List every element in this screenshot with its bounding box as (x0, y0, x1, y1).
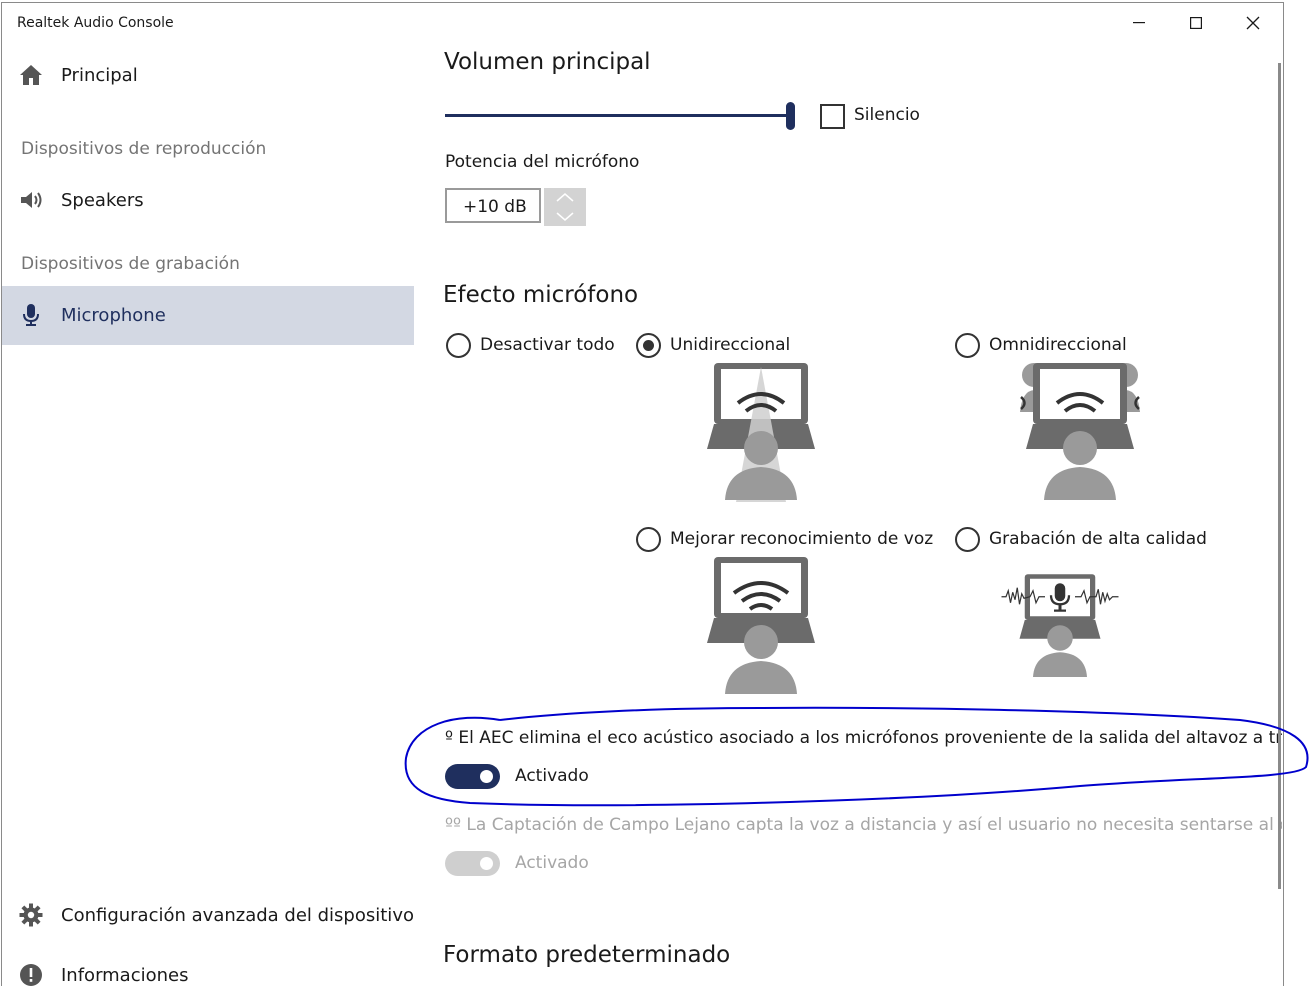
maximize-button[interactable] (1167, 3, 1224, 43)
close-button[interactable] (1224, 3, 1281, 43)
mic-boost-value: +10 dB (463, 197, 527, 217)
vertical-scrollbar[interactable] (1278, 63, 1281, 889)
unidirectional-illustration (707, 363, 815, 502)
mute-checkbox[interactable] (820, 104, 845, 129)
sidebar-item-label: Microphone (61, 305, 166, 326)
effect-label-high-quality: Grabación de alta calidad (989, 529, 1207, 549)
effect-radio-speech-recognition[interactable] (636, 527, 661, 552)
volume-slider-thumb[interactable] (786, 102, 795, 130)
effect-radio-disable-all[interactable] (446, 333, 471, 358)
gear-icon (19, 903, 43, 927)
minimize-icon (1132, 22, 1145, 24)
radio-selected-dot (643, 340, 654, 351)
effect-radio-high-quality[interactable] (955, 527, 980, 552)
omnidirectional-illustration (1020, 363, 1140, 500)
default-format-title: Formato predeterminado (443, 942, 731, 968)
chevron-up-icon (556, 193, 574, 202)
volume-slider-track[interactable] (445, 114, 789, 117)
speaker-icon (21, 192, 42, 208)
toggle-knob (480, 770, 493, 783)
aec-toggle-label: Activado (515, 766, 589, 786)
close-icon (1246, 16, 1259, 30)
sidebar-item-label: Informaciones (61, 965, 189, 986)
home-icon (20, 65, 42, 85)
effect-radio-unidirectional[interactable] (636, 333, 661, 358)
maximize-icon (1189, 17, 1202, 29)
microphone-icon (23, 304, 39, 326)
high-quality-recording-illustration (1001, 574, 1119, 677)
effect-label-speech-recognition: Mejorar reconocimiento de voz (670, 529, 934, 549)
sidebar-item-label: Speakers (61, 190, 144, 211)
far-field-toggle (445, 851, 500, 876)
effect-label-unidirectional: Unidireccional (670, 335, 791, 355)
app-window: Realtek Audio Console Principal Disposit… (1, 2, 1284, 986)
info-icon (20, 964, 42, 986)
mic-boost-field[interactable]: +10 dB (445, 188, 541, 223)
speech-recognition-illustration (707, 557, 815, 694)
sidebar-item-microphone[interactable]: Microphone (2, 286, 414, 345)
app-title: Realtek Audio Console (17, 15, 174, 31)
minimize-button[interactable] (1110, 3, 1167, 43)
sidebar-item-advanced-settings[interactable]: Configuración avanzada del dispositivo (2, 886, 414, 944)
chevron-down-icon (556, 212, 574, 221)
mute-label: Silencio (854, 105, 920, 125)
mic-boost-decrement-button[interactable] (544, 207, 586, 226)
far-field-toggle-label: Activado (515, 853, 589, 873)
effect-label-omnidirectional: Omnidireccional (989, 335, 1127, 355)
sidebar-item-label: Configuración avanzada del dispositivo (61, 905, 414, 926)
effect-radio-omnidirectional[interactable] (955, 333, 980, 358)
effect-label-disable-all: Desactivar todo (480, 335, 615, 355)
main-panel: Volumen principal Silencio Potencia del … (414, 43, 1282, 986)
mic-boost-increment-button[interactable] (544, 188, 586, 207)
aec-description: º El AEC elimina el eco acústico asociad… (445, 728, 1282, 748)
sidebar-item-label: Principal (61, 65, 138, 86)
far-field-description: ºº La Captación de Campo Lejano capta la… (445, 815, 1282, 835)
sidebar-item-info[interactable]: Informaciones (2, 946, 414, 986)
sidebar-item-principal[interactable]: Principal (2, 46, 414, 104)
title-bar: Realtek Audio Console (2, 3, 1283, 43)
aec-toggle[interactable] (445, 764, 500, 789)
sidebar-item-speakers[interactable]: Speakers (2, 171, 414, 229)
volume-title: Volumen principal (444, 49, 651, 75)
playback-section-header: Dispositivos de reproducción (21, 139, 267, 159)
mic-effects-title: Efecto micrófono (443, 282, 639, 308)
mic-boost-label: Potencia del micrófono (445, 152, 640, 172)
recording-section-header: Dispositivos de grabación (21, 254, 240, 274)
toggle-knob (480, 857, 493, 870)
sidebar: Principal Dispositivos de reproducción S… (2, 43, 414, 986)
